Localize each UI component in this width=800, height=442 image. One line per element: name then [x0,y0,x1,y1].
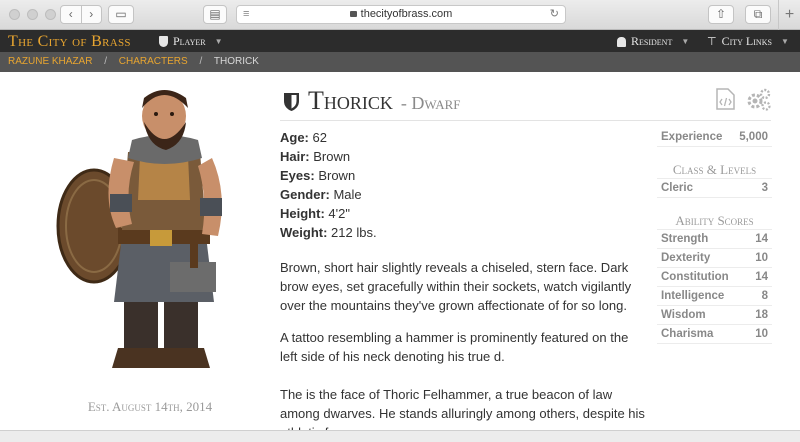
attribute-eyes: Eyes: Brown [280,168,356,183]
ability-row-constitution: Constitution 14 [657,268,772,287]
lock-icon [349,11,357,17]
ability-value: 14 [755,271,768,283]
class-row: Cleric 3 [657,179,772,198]
ability-name: Dexterity [661,252,711,264]
reader-button[interactable]: ▤ [203,5,227,24]
site-brand[interactable]: The City of Brass [8,33,131,51]
caret-down-icon: ▼ [681,37,690,46]
gears-icon[interactable] [745,88,771,112]
ability-name: Strength [661,233,709,245]
tab-overview-button[interactable]: ⧉ [745,5,771,24]
ability-value: 10 [755,328,768,340]
ability-scores-heading: Ability Scores [657,211,772,230]
class-levels-heading: Class & Levels [657,160,772,179]
nav-resident-label: Resident [631,34,673,48]
experience-value: 5,000 [739,131,768,143]
site-navbar: The City of Brass Player ▼ Resident ▼ ⊤ … [0,30,800,52]
back-icon[interactable]: ‹ [61,6,82,23]
code-document-icon[interactable] [716,88,735,110]
attribute-weight: Weight: 212 lbs. [280,225,377,240]
ability-row-intelligence: Intelligence 8 [657,287,772,306]
character-header: Thorick - Dwarf [283,86,461,116]
class-level: 3 [761,182,768,194]
caret-down-icon: ▼ [780,37,789,46]
description-paragraph: Brown, short hair slightly reveals a chi… [280,260,632,313]
ability-row-charisma: Charisma 10 [657,325,772,344]
user-icon [617,36,626,47]
description-paragraph: A tattoo resembling a hammer is prominen… [280,330,629,364]
ability-value: 18 [755,309,768,321]
breadcrumb-link-characters[interactable]: Characters [119,56,188,67]
attribute-height: Height: 4'2" [280,206,350,221]
ability-value: 8 [761,290,768,302]
reader-icon: ▤ [209,7,221,21]
browser-toolbar: ‹ › ▭ ▤ ≡ thecityofbrass.com ↻ ⇧ ⧉ + [0,0,800,30]
address-bar[interactable]: ≡ thecityofbrass.com ↻ [236,5,566,24]
attribute-hair: Hair: Brown [280,149,351,164]
ability-row-strength: Strength 14 [657,230,772,249]
new-tab-button[interactable]: + [778,0,800,30]
character-portrait [56,90,222,368]
ability-row-wisdom: Wisdom 18 [657,306,772,325]
character-race: - Dwarf [400,93,461,113]
attribute-age: Age: 62 [280,130,327,145]
nav-city-links-menu[interactable]: ⊤ City Links ▼ [707,34,789,49]
class-name: Cleric [661,182,693,194]
ability-row-dexterity: Dexterity 10 [657,249,772,268]
share-button[interactable]: ⇧ [708,5,734,24]
nav-player-label: Player [173,34,206,48]
ability-name: Charisma [661,328,714,340]
ability-value: 10 [755,252,768,264]
shield-icon [284,93,299,111]
tabs-icon: ⧉ [753,7,763,21]
minimize-window-button[interactable] [27,9,38,20]
browser-bottom-edge [0,430,800,442]
zoom-window-button[interactable] [45,9,56,20]
stats-panel: Experience 5,000 Class & Levels Cleric 3… [657,128,772,344]
attribute-gender: Gender: Male [280,187,362,202]
breadcrumb-link-razune-khazar[interactable]: Razune Khazar [8,56,92,67]
reader-mode-icon[interactable]: ≡ [243,6,249,23]
caret-down-icon: ▼ [214,37,223,46]
character-attributes: Age: 62 Hair: Brown Eyes: Brown Gender: … [280,128,377,242]
url-text: thecityofbrass.com [360,8,453,20]
breadcrumb: Razune Khazar / Characters / Thorick [0,52,800,72]
nav-resident-menu[interactable]: Resident ▼ [617,34,689,49]
ability-name: Constitution [661,271,729,283]
signpost-icon: ⊤ [707,36,717,48]
ability-name: Intelligence [661,290,725,302]
shield-icon [159,36,168,47]
breadcrumb-separator: / [199,56,203,67]
share-icon: ⇧ [715,7,727,21]
character-name: Thorick [308,86,393,115]
reload-icon[interactable]: ↻ [550,6,559,23]
close-window-button[interactable] [9,9,20,20]
nav-city-links-label: City Links [721,34,772,48]
experience-label: Experience [661,131,723,143]
breadcrumb-separator: / [104,56,108,67]
ability-value: 14 [755,233,768,245]
history-nav: ‹ › [60,5,102,24]
experience-row: Experience 5,000 [657,128,772,147]
breadcrumb-current: Thorick [213,56,259,67]
window-controls [9,9,56,20]
established-date: Est. August 14th, 2014 [87,399,213,414]
sidebar-toggle-button[interactable]: ▭ [108,5,134,24]
forward-icon[interactable]: › [82,6,102,23]
ability-name: Wisdom [661,309,706,321]
sidebar-icon: ▭ [115,7,127,21]
header-divider [280,120,771,121]
nav-player-menu[interactable]: Player ▼ [159,34,223,49]
